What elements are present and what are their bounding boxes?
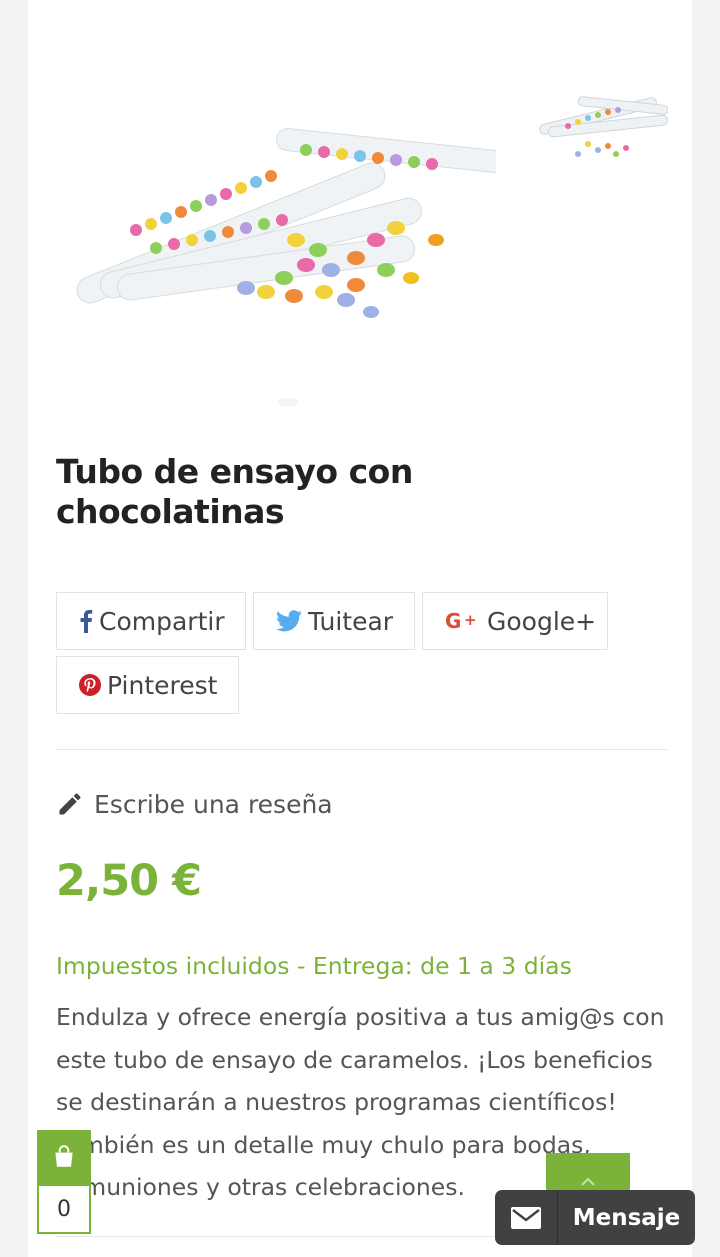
write-review-label: Escribe una reseña	[94, 789, 333, 819]
facebook-share-label: Compartir	[99, 606, 225, 636]
pinterest-icon	[79, 674, 101, 696]
twitter-icon	[276, 610, 302, 632]
chat-label: Mensaje	[572, 1204, 681, 1231]
cart-count[interactable]: 0	[37, 1184, 91, 1234]
cart-button[interactable]	[37, 1130, 91, 1184]
google-plus-icon: G +	[445, 610, 481, 632]
bottom-divider	[56, 1236, 496, 1237]
carousel-indicator[interactable]	[278, 398, 298, 406]
twitter-share-label: Tuitear	[308, 606, 394, 636]
product-thumbnail[interactable]	[518, 66, 668, 196]
pinterest-share-button[interactable]: Pinterest	[56, 656, 239, 714]
write-review-link[interactable]: Escribe una reseña	[56, 784, 333, 824]
product-main-image[interactable]	[56, 100, 496, 340]
product-page: Tubo de ensayo con chocolatinas Comparti…	[28, 0, 692, 1257]
twitter-share-button[interactable]: Tuitear	[253, 592, 415, 650]
product-price: 2,50 €	[56, 856, 202, 906]
chevron-up-icon	[581, 1177, 595, 1186]
section-divider	[56, 749, 668, 750]
google-plus-share-label: Google+	[487, 606, 597, 636]
envelope-icon	[495, 1206, 557, 1229]
pinterest-share-label: Pinterest	[107, 670, 218, 700]
product-title: Tubo de ensayo con chocolatinas	[56, 452, 413, 531]
facebook-icon	[79, 609, 93, 633]
shopping-bag-icon	[55, 1145, 73, 1167]
tax-delivery-info: Impuestos incluidos - Entrega: de 1 a 3 …	[56, 952, 572, 980]
pencil-icon	[56, 790, 84, 818]
chat-message-button[interactable]: Mensaje	[495, 1190, 695, 1245]
svg-text:+: +	[464, 611, 477, 629]
svg-text:G: G	[445, 610, 461, 632]
facebook-share-button[interactable]: Compartir	[56, 592, 246, 650]
google-plus-share-button[interactable]: G + Google+	[422, 592, 608, 650]
